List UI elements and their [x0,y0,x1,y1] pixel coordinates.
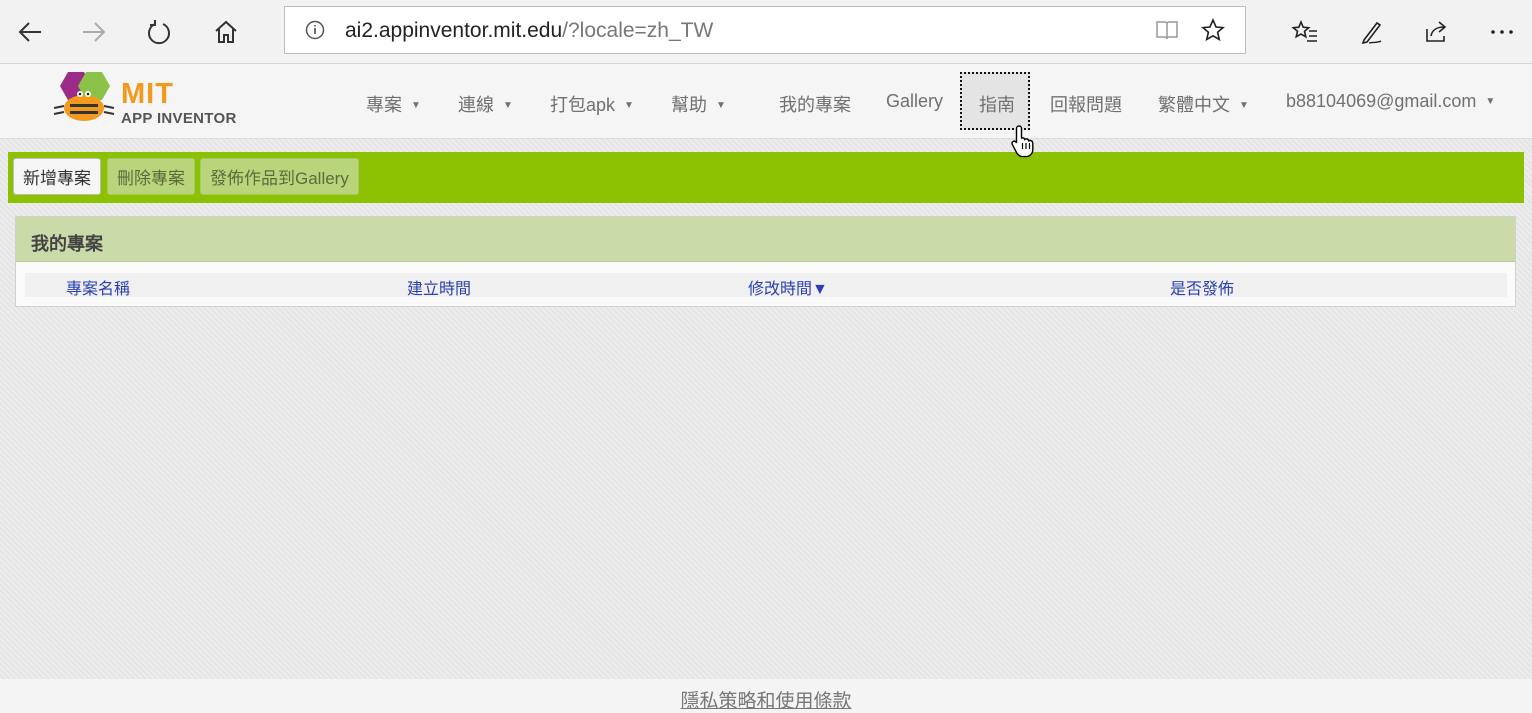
menu-account[interactable]: b88104069@gmail.com ▼ [1286,91,1495,112]
caret-down-icon: ▼ [716,100,726,111]
menu-projects[interactable]: 專案 ▼ [366,91,421,117]
menu-help[interactable]: 幫助 ▼ [671,91,726,117]
address-bar[interactable]: ai2.appinventor.mit.edu/?locale=zh_TW [284,6,1246,54]
project-toolbar: 新增專案 刪除專案 發佈作品到Gallery [8,152,1524,203]
menu-build[interactable]: 打包apk ▼ [550,91,634,117]
menu-help-label: 幫助 [671,95,707,115]
menu-connect-label: 連線 [458,95,494,115]
caret-down-icon: ▼ [624,100,634,111]
caret-down-icon: ▼ [1485,96,1496,107]
publish-gallery-button[interactable]: 發佈作品到Gallery [200,158,359,195]
caret-down-icon: ▼ [1239,100,1249,111]
projects-panel: 我的專案 專案名稱 建立時間 修改時間▼ 是否發佈 [15,216,1516,307]
privacy-terms-link[interactable]: 隱私策略和使用條款 [680,686,851,713]
menu-build-label: 打包apk [550,95,616,115]
refresh-icon[interactable] [140,12,180,52]
new-project-button[interactable]: 新增專案 [13,158,101,195]
footer: 隱私策略和使用條款 [0,679,1532,713]
delete-project-button[interactable]: 刪除專案 [107,158,195,195]
logo-subtitle: APP INVENTOR [121,110,237,127]
column-published[interactable]: 是否發佈 [1170,275,1234,299]
menu-language-label: 繁體中文 [1158,95,1230,115]
bee-logo-icon [53,72,115,121]
menu-guide[interactable]: 指南 [979,91,1015,117]
panel-header: 我的專案 [16,217,1515,262]
table-header-row: 專案名稱 建立時間 修改時間▼ 是否發佈 [25,273,1507,299]
caret-down-icon: ▼ [503,100,513,111]
logo-mit-text: MIT [121,78,174,110]
favorite-star-icon[interactable] [1201,17,1225,47]
reading-view-icon[interactable] [1155,19,1179,46]
back-icon[interactable] [10,12,50,52]
share-icon[interactable] [1416,12,1456,52]
browser-toolbar: ai2.appinventor.mit.edu/?locale=zh_TW [0,0,1532,64]
hand-cursor-icon [1010,124,1038,163]
menu-gallery[interactable]: Gallery [886,91,943,112]
panel-title: 我的專案 [31,234,103,254]
menu-report[interactable]: 回報問題 [1050,91,1122,117]
menu-language[interactable]: 繁體中文 ▼ [1158,91,1249,117]
pen-icon[interactable] [1352,12,1392,52]
menu-account-label: b88104069@gmail.com [1286,91,1477,111]
menu-projects-label: 專案 [366,95,402,115]
menu-connect[interactable]: 連線 ▼ [458,91,513,117]
app-inventor-logo[interactable]: MIT APP INVENTOR [50,68,240,130]
caret-down-icon: ▼ [411,100,421,111]
more-icon[interactable] [1482,12,1522,52]
favorites-list-icon[interactable] [1285,12,1325,52]
info-icon[interactable] [305,20,325,45]
url-text[interactable]: ai2.appinventor.mit.edu/?locale=zh_TW [345,19,713,43]
column-project-name[interactable]: 專案名稱 [66,275,130,299]
column-created-time[interactable]: 建立時間 [407,275,471,299]
menu-my-projects[interactable]: 我的專案 [779,91,851,117]
forward-icon[interactable] [74,12,114,52]
column-modified-time[interactable]: 修改時間▼ [748,275,828,299]
home-icon[interactable] [206,12,246,52]
